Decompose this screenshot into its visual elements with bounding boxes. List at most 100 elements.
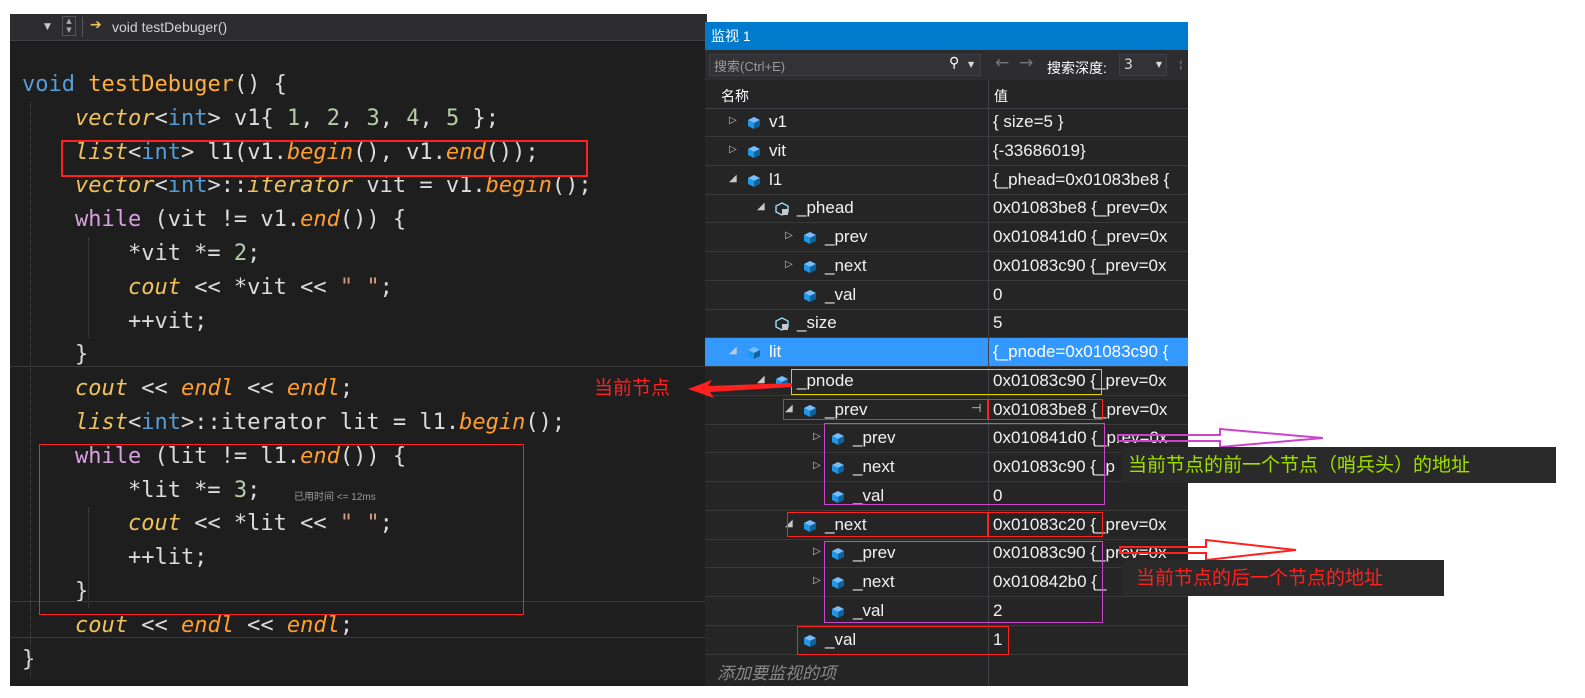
function-dropdown[interactable]: void testDebuger()	[112, 19, 227, 35]
code-token: ,	[379, 105, 407, 131]
code-token: <	[154, 173, 168, 199]
watch-row-prev[interactable]: ▷ _prev 0x010841d0 {_prev=0x	[705, 223, 1188, 252]
indent-guide	[88, 238, 89, 338]
code-line[interactable]: ++vit;	[22, 305, 207, 339]
expand-triangle-icon[interactable]: ▷	[729, 144, 737, 155]
search-depth-select[interactable]: 3 ▼	[1119, 54, 1167, 76]
code-token: >::iterator lit = l1.	[180, 410, 460, 435]
code-token: >::	[207, 173, 248, 199]
watch-row-val[interactable]: _val 0	[705, 281, 1188, 310]
field-icon	[803, 259, 817, 273]
toolbar-overflow-icon[interactable]: ¦	[1179, 58, 1183, 71]
field-icon	[747, 173, 761, 187]
search-input[interactable]: 搜索(Ctrl+E)	[709, 54, 981, 76]
code-token: cout	[74, 376, 128, 402]
field-icon	[747, 345, 761, 359]
value-column-header[interactable]: 值	[994, 86, 1008, 106]
forward-arrow-icon[interactable]: →	[1019, 53, 1033, 73]
field-icon	[803, 230, 817, 244]
code-line[interactable]: vector<int> v1{ 1, 2, 3, 4, 5 };	[22, 102, 499, 136]
code-line[interactable]: *vit *= 2;	[22, 237, 260, 271]
code-token: 1	[286, 105, 301, 131]
watch-row-name: _next	[825, 255, 867, 275]
watch-row-value[interactable]: {_phead=0x01083be8 {	[993, 170, 1169, 190]
watch-row-value[interactable]: 5	[993, 313, 1002, 333]
watch-window-title[interactable]: 监视 1	[705, 22, 1188, 50]
collapse-triangle-icon[interactable]: ◢	[757, 201, 765, 212]
field-icon	[747, 115, 761, 129]
watch-row-vit[interactable]: ▷ vit {-33686019}	[705, 137, 1188, 166]
code-token: endl	[180, 612, 234, 638]
code-token: 3	[366, 105, 380, 131]
back-arrow-icon[interactable]: ←	[995, 53, 1009, 73]
watch-row-value[interactable]: 0	[993, 285, 1002, 305]
code-token: ,	[339, 105, 367, 131]
watch-row-phead[interactable]: ◢ _phead 0x01083be8 {_prev=0x	[705, 194, 1188, 224]
code-line[interactable]: cout << endl << endl;	[22, 372, 353, 406]
code-token: <	[154, 105, 168, 131]
code-line[interactable]: list<int>::iterator lit = l1.begin();	[22, 406, 565, 440]
private-field-icon	[775, 201, 789, 217]
expand-triangle-icon[interactable]: ▷	[813, 575, 821, 586]
navigation-bar: ▼ ▲ ▼ ➔ void testDebuger()	[10, 14, 707, 41]
expand-triangle-icon[interactable]: ▷	[813, 431, 821, 442]
watch-row-value[interactable]: { size=5 }	[993, 112, 1063, 132]
scroll-spinner-icon[interactable]: ▲ ▼	[62, 16, 76, 36]
add-watch-placeholder[interactable]: 添加要监视的项	[717, 659, 836, 684]
annotation-box-prev-name	[783, 399, 988, 420]
annotation-box-pnode	[791, 369, 1102, 395]
annotation-box-next-value	[988, 512, 1103, 537]
watch-row-v1[interactable]: ▷ v1 { size=5 }	[705, 108, 1188, 137]
code-token: endl	[286, 612, 340, 638]
collapse-triangle-icon[interactable]: ◢	[729, 345, 737, 356]
annotation-box-prev-children	[824, 423, 1105, 505]
expand-triangle-icon[interactable]: ▷	[813, 546, 821, 557]
watch-row-name: _phead	[797, 198, 854, 218]
code-token: > v1{	[207, 105, 287, 131]
function-arrow-icon: ➔	[90, 17, 102, 33]
watch-row-value[interactable]: 0x010841d0 {_prev=0x	[993, 227, 1167, 247]
code-token: " "	[339, 274, 380, 300]
chevron-down-icon[interactable]: ▼	[44, 22, 51, 32]
watch-row-value[interactable]: 0x01083be8 {_prev=0x	[993, 198, 1167, 218]
code-line[interactable]: void testDebuger() {	[22, 68, 287, 102]
expand-triangle-icon[interactable]: ▷	[729, 115, 737, 126]
field-icon	[803, 288, 817, 302]
watch-row-value[interactable]: {-33686019}	[993, 141, 1086, 161]
code-token: ;	[379, 274, 393, 300]
watch-row-value[interactable]: 0x01083c90 {_prev=0x	[993, 256, 1166, 276]
search-depth-label: 搜索深度:	[1047, 60, 1107, 76]
code-token: ;	[339, 612, 354, 638]
code-token: void	[22, 72, 89, 97]
expand-triangle-icon[interactable]: ▷	[785, 230, 793, 241]
watch-toolbar: 搜索(Ctrl+E) ⚲ ▼ ← → 搜索深度: 3 ▼ ¦	[705, 50, 1188, 80]
code-line[interactable]: while (vit != v1.end()) {	[22, 203, 406, 237]
code-line[interactable]: cout << *vit << " ";	[22, 271, 393, 305]
code-token: };	[459, 105, 499, 131]
code-token: *vit *=	[22, 241, 234, 266]
watch-row-name: vit	[769, 140, 786, 160]
code-token: iterator	[247, 173, 354, 199]
code-token: << *vit <<	[180, 274, 340, 300]
collapse-triangle-icon[interactable]: ◢	[729, 173, 737, 184]
code-token: ++vit;	[22, 308, 208, 334]
watch-row-lit[interactable]: ◢ lit {_pnode=0x01083c90 {	[705, 338, 1188, 367]
watch-row-name: _prev	[825, 227, 868, 246]
expand-triangle-icon[interactable]: ▷	[785, 259, 793, 270]
code-token: begin	[485, 173, 552, 199]
code-token: cout	[74, 612, 128, 638]
watch-row-name: _size	[797, 313, 837, 333]
code-line[interactable]: }	[22, 643, 35, 677]
watch-row-size[interactable]: _size 5	[705, 309, 1188, 339]
expand-triangle-icon[interactable]: ▷	[813, 460, 821, 471]
watch-row-l1[interactable]: ◢ l1 {_phead=0x01083be8 {	[705, 166, 1188, 195]
chevron-down-icon[interactable]: ▼	[968, 60, 974, 69]
name-column-header[interactable]: 名称	[721, 86, 749, 106]
search-icon[interactable]: ⚲	[949, 55, 959, 71]
watch-row-next[interactable]: ▷ _next 0x01083c90 {_prev=0x	[705, 252, 1188, 281]
code-separator	[10, 636, 707, 638]
watch-row-value[interactable]: {_pnode=0x01083c90 {	[993, 342, 1168, 362]
annotation-box-prev-value	[988, 399, 1103, 420]
add-watch-row[interactable]: 添加要监视的项	[705, 654, 1188, 684]
